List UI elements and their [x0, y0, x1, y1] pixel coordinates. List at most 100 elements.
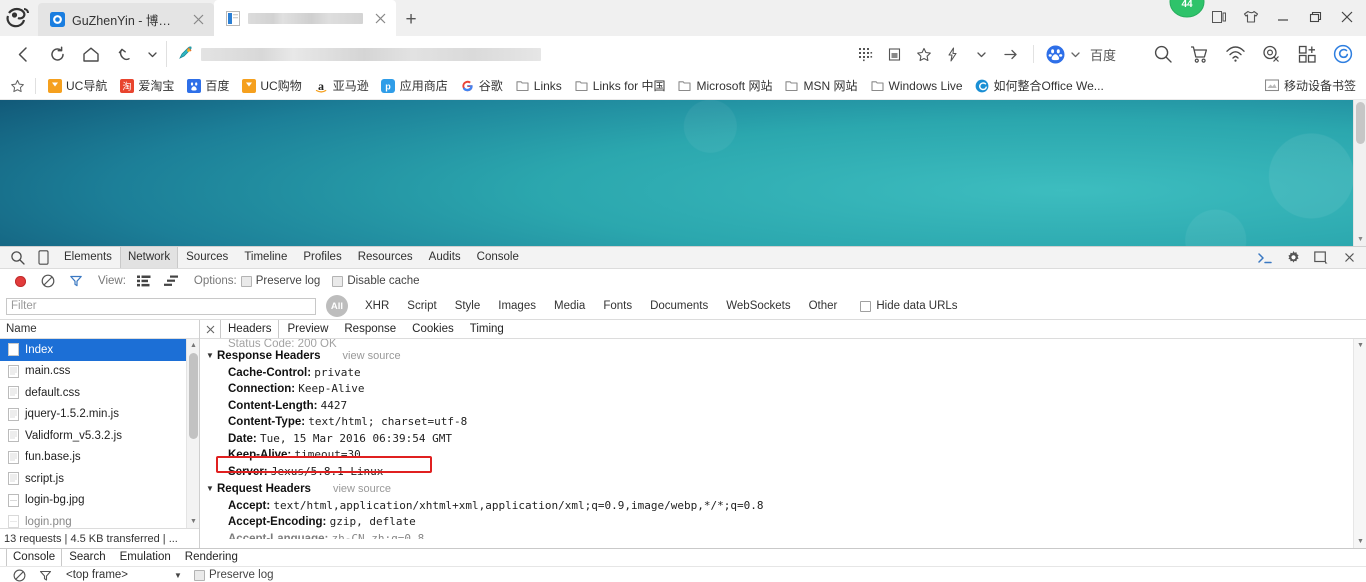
table-row[interactable]: script.js	[0, 468, 199, 490]
request-view-source-link[interactable]: view source	[333, 481, 391, 498]
bookmark-item-5[interactable]: p 应用商店	[375, 74, 454, 98]
device-mode-icon[interactable]	[30, 247, 56, 268]
bookmark-item-11[interactable]: Windows Live	[864, 74, 969, 98]
back-arrow-icon[interactable]	[6, 39, 40, 69]
scroll-down-arrow-icon[interactable]: ▼	[1354, 233, 1366, 246]
table-row[interactable]: Validform_v5.3.2.js	[0, 425, 199, 447]
bookmark-star-icon[interactable]	[910, 39, 938, 69]
filter-type-other[interactable]: Other	[800, 295, 847, 317]
devtools-tab-network[interactable]: Network	[119, 247, 179, 268]
filter-type-script[interactable]: Script	[398, 295, 445, 317]
undo-icon[interactable]	[108, 39, 142, 69]
request-headers-section[interactable]: ▼ Request Headers view source	[206, 481, 1366, 498]
bookmark-item-12[interactable]: 如何整合Office We...	[969, 74, 1110, 98]
undo-dropdown-chevron-down-icon[interactable]	[142, 39, 162, 69]
preserve-log-option[interactable]: Preserve log	[240, 275, 320, 287]
drawer-tab-search[interactable]: Search	[62, 549, 112, 566]
search-icon[interactable]	[1146, 39, 1180, 69]
minimize-icon[interactable]	[1268, 2, 1298, 32]
filter-type-websockets[interactable]: WebSockets	[717, 295, 799, 317]
turbo-lightning-icon[interactable]	[939, 39, 967, 69]
search-engine-selector[interactable]: 百度	[1042, 45, 1120, 64]
reload-icon[interactable]	[40, 39, 74, 69]
clear-button[interactable]	[34, 270, 62, 292]
console-preserve-log-option[interactable]: Preserve log	[193, 569, 274, 581]
close-icon[interactable]	[1332, 2, 1362, 32]
disable-cache-option[interactable]: Disable cache	[332, 275, 420, 287]
filter-type-media[interactable]: Media	[545, 295, 594, 317]
shopping-cart-icon[interactable]	[1182, 39, 1216, 69]
detail-tab-response[interactable]: Response	[336, 320, 404, 338]
filter-funnel-icon[interactable]	[32, 567, 58, 582]
home-icon[interactable]	[74, 39, 108, 69]
filter-type-style[interactable]: Style	[446, 295, 490, 317]
browser-tab-0[interactable]: GuZhenYin - 博客园	[38, 3, 214, 36]
save-page-icon[interactable]	[881, 39, 909, 69]
devtools-tab-audits[interactable]: Audits	[421, 247, 469, 268]
filter-funnel-button[interactable]	[62, 270, 90, 292]
clear-console-icon[interactable]	[6, 567, 32, 582]
detail-tab-headers[interactable]: Headers	[220, 320, 280, 338]
preserve-log-checkbox[interactable]	[240, 275, 252, 287]
response-headers-section[interactable]: ▼ Response Headers view source	[206, 348, 1366, 365]
wifi-icon[interactable]	[1218, 39, 1252, 69]
bookmark-item-9[interactable]: Microsoft 网站	[671, 74, 778, 98]
devtools-tab-resources[interactable]: Resources	[350, 247, 421, 268]
detail-tab-timing[interactable]: Timing	[462, 320, 512, 338]
table-row[interactable]: fun.base.js	[0, 447, 199, 469]
uc-notification-badge[interactable]: 44	[1168, 0, 1206, 21]
bookmark-item-10[interactable]: MSN 网站	[778, 74, 863, 98]
disable-cache-checkbox[interactable]	[332, 275, 344, 287]
bookmark-item-0[interactable]: UC导航	[41, 74, 113, 98]
devtools-tab-console[interactable]: Console	[469, 247, 527, 268]
page-scrollbar[interactable]: ▲ ▼	[1353, 100, 1366, 246]
filter-input[interactable]: Filter	[6, 297, 316, 315]
request-list-scrollbar[interactable]: ▲ ▼	[186, 339, 199, 528]
devtools-tab-sources[interactable]: Sources	[178, 247, 236, 268]
detail-scrollbar[interactable]: ▼ ▼	[1353, 339, 1366, 548]
page-scrollbar-thumb[interactable]	[1356, 102, 1365, 144]
hide-data-urls-checkbox[interactable]	[860, 300, 872, 312]
settings-gear-icon[interactable]	[1280, 247, 1306, 268]
drawer-tab-rendering[interactable]: Rendering	[178, 549, 245, 566]
devtools-tab-timeline[interactable]: Timeline	[236, 247, 295, 268]
devtools-tab-elements[interactable]: Elements	[56, 247, 120, 268]
close-detail-icon[interactable]	[200, 325, 220, 334]
drawer-tab-console[interactable]: Console	[6, 549, 62, 566]
request-list-scrollbar-thumb[interactable]	[189, 353, 198, 439]
timeline-view-icon[interactable]	[158, 270, 186, 292]
detail-tab-preview[interactable]: Preview	[279, 320, 336, 338]
bookmark-item-7[interactable]: Links	[509, 74, 568, 98]
browser-tab-1-close-icon[interactable]	[370, 8, 390, 28]
uc-account-icon[interactable]	[1326, 39, 1360, 69]
qr-code-icon[interactable]	[852, 39, 880, 69]
address-actions-chevron-down-icon[interactable]	[968, 39, 996, 69]
go-arrow-icon[interactable]	[997, 39, 1025, 69]
bookmark-item-3[interactable]: UC购物	[235, 74, 307, 98]
section-collapse-triangle-icon[interactable]: ▼	[206, 348, 217, 365]
scroll-down-arrow-icon[interactable]: ▼	[1354, 535, 1366, 548]
table-row[interactable]: login-bg.jpg	[0, 490, 199, 512]
detail-tab-cookies[interactable]: Cookies	[404, 320, 462, 338]
filter-type-fonts[interactable]: Fonts	[594, 295, 641, 317]
inspect-element-icon[interactable]	[4, 247, 30, 268]
scroll-up-arrow-icon[interactable]: ▲	[187, 339, 200, 352]
scroll-down-arrow-icon[interactable]: ▼	[187, 515, 200, 528]
table-row[interactable]: main.css	[0, 361, 199, 383]
address-bar[interactable]	[166, 41, 844, 67]
skin-shirt-icon[interactable]	[1236, 2, 1266, 32]
bookmarks-star-icon[interactable]	[4, 74, 30, 98]
dock-position-icon[interactable]	[1308, 247, 1334, 268]
maximize-icon[interactable]	[1300, 2, 1330, 32]
table-row[interactable]: jquery-1.5.2.min.js	[0, 404, 199, 426]
bookmark-item-2[interactable]: 百度	[180, 74, 235, 98]
browser-tab-1[interactable]	[214, 0, 396, 36]
console-preserve-log-checkbox[interactable]	[193, 569, 205, 581]
filter-type-xhr[interactable]: XHR	[356, 295, 398, 317]
table-row[interactable]: login.png	[0, 511, 199, 528]
devtools-tab-profiles[interactable]: Profiles	[295, 247, 349, 268]
table-row[interactable]: Index	[0, 339, 199, 361]
section-collapse-triangle-icon[interactable]: ▼	[206, 481, 217, 498]
split-screen-icon[interactable]	[1204, 2, 1234, 32]
mobile-bookmarks-item[interactable]: 移动设备书签	[1259, 74, 1362, 98]
